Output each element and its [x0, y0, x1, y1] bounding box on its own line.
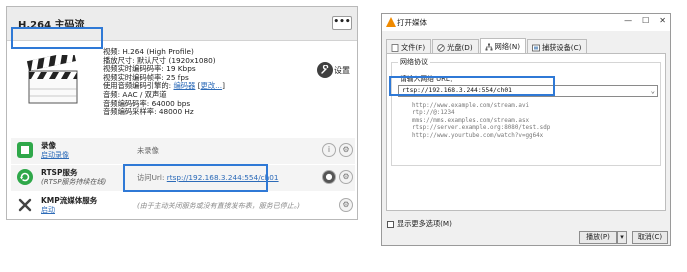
- cancel-label: 取消(C): [637, 233, 663, 241]
- url-examples: http://www.example.com/stream.avi rtp://…: [412, 103, 550, 140]
- audio-samplerate-key: 音频编码采样率:: [103, 107, 157, 117]
- settings-label: 设置: [334, 65, 350, 75]
- dialog-title: 打开媒体: [397, 18, 427, 27]
- start-record-link[interactable]: 启动录像: [41, 150, 69, 160]
- stream-settings-panel: H.264 主码流 ••• 视频: H.264 (High Profile) 播…: [6, 6, 358, 220]
- cross-tools-icon: [17, 197, 33, 213]
- dialog-titlebar: 打开媒体 — ☐ ✕: [382, 14, 670, 31]
- title-highlight-box: [11, 27, 103, 49]
- tab-label: 网络(N): [494, 42, 521, 51]
- bracket-close: ]: [222, 81, 225, 91]
- tab-label: 光盘(D): [447, 42, 473, 52]
- start-kmp-link[interactable]: 启动: [41, 205, 55, 215]
- settings-button[interactable]: 设置: [317, 62, 350, 78]
- tab-capture[interactable]: 捕获设备(C): [527, 39, 588, 53]
- minimize-button[interactable]: —: [624, 16, 632, 25]
- example-line: rtsp://server.example.org:8080/test.sdp: [412, 125, 551, 132]
- tab-bar: 文件(F) 光盘(D) 网络(N) 捕获设备(C): [386, 38, 588, 53]
- example-line: http://www.yourtube.com/watch?v=gg64x: [412, 132, 544, 139]
- tab-disc[interactable]: 光盘(D): [432, 39, 479, 53]
- stream-info: 视频: H.264 (High Profile) 播放尺寸: 默认尺寸 (192…: [103, 47, 225, 117]
- service-kmp: KMP流媒体服务 启动 (由于主动关闭服务或没有直接发布表，服务已停止。) ⚙: [11, 193, 355, 219]
- more-options-button[interactable]: •••: [332, 16, 352, 30]
- chevron-down-icon: ▾: [620, 233, 624, 241]
- file-icon: [391, 43, 399, 52]
- maximize-button[interactable]: ☐: [642, 16, 649, 25]
- gear-icon[interactable]: ⚙: [339, 143, 353, 157]
- encoder-link[interactable]: 编码器: [173, 81, 195, 91]
- tab-label: 捕获设备(C): [542, 42, 582, 52]
- tab-network[interactable]: 网络(N): [479, 38, 527, 53]
- group-label: 网络协议: [398, 57, 430, 67]
- open-media-dialog: 打开媒体 — ☐ ✕ 文件(F) 光盘(D) 网络(N) 捕获设备(C) 网络协…: [381, 13, 671, 246]
- network-icon: [485, 43, 493, 51]
- play-button[interactable]: 播放(P): [579, 231, 617, 244]
- cancel-button[interactable]: 取消(C): [632, 231, 668, 244]
- gear-icon[interactable]: ⚙: [339, 170, 353, 184]
- record-icon: [17, 142, 33, 158]
- service-record: 录像 启动录像 未录像 i ⚙: [11, 138, 355, 164]
- wrench-icon: [317, 62, 333, 78]
- show-more-options[interactable]: 显示更多选项(M): [387, 219, 452, 229]
- kmp-status-note: (由于主动关闭服务或没有直接发布表，服务已停止。): [137, 202, 300, 210]
- example-line: http://www.example.com/stream.avi: [412, 103, 530, 109]
- play-label: 播放(P): [586, 233, 610, 241]
- change-encoder-link[interactable]: 更改...: [201, 81, 223, 91]
- checkbox[interactable]: [387, 220, 394, 228]
- clapperboard-icon: [26, 55, 78, 104]
- info-icon[interactable]: i: [322, 143, 336, 157]
- user-icon[interactable]: ●: [322, 170, 336, 184]
- vlc-cone-icon: [386, 17, 396, 27]
- chevron-down-icon[interactable]: ⌄: [651, 86, 655, 96]
- close-button[interactable]: ✕: [659, 16, 666, 25]
- audio-samplerate-value: 48000 Hz: [158, 107, 194, 117]
- example-line: mms://mms.examples.com/stream.asx: [412, 117, 530, 124]
- gear-icon[interactable]: ⚙: [339, 198, 353, 212]
- rtsp-online-note: (RTSP服务持续在线): [41, 178, 107, 186]
- rtsp-url-highlight-box: [123, 164, 268, 192]
- example-line: rtp://@:1234: [412, 110, 455, 117]
- url-highlight-box: [389, 76, 555, 96]
- capture-device-icon: [532, 44, 540, 52]
- disc-icon: [437, 43, 445, 52]
- show-more-label: 显示更多选项(M): [397, 219, 452, 228]
- play-dropdown-button[interactable]: ▾: [617, 231, 627, 244]
- tab-file[interactable]: 文件(F): [386, 39, 432, 53]
- record-status: 未录像: [137, 146, 159, 155]
- refresh-icon: [17, 169, 33, 185]
- tab-label: 文件(F): [401, 42, 426, 52]
